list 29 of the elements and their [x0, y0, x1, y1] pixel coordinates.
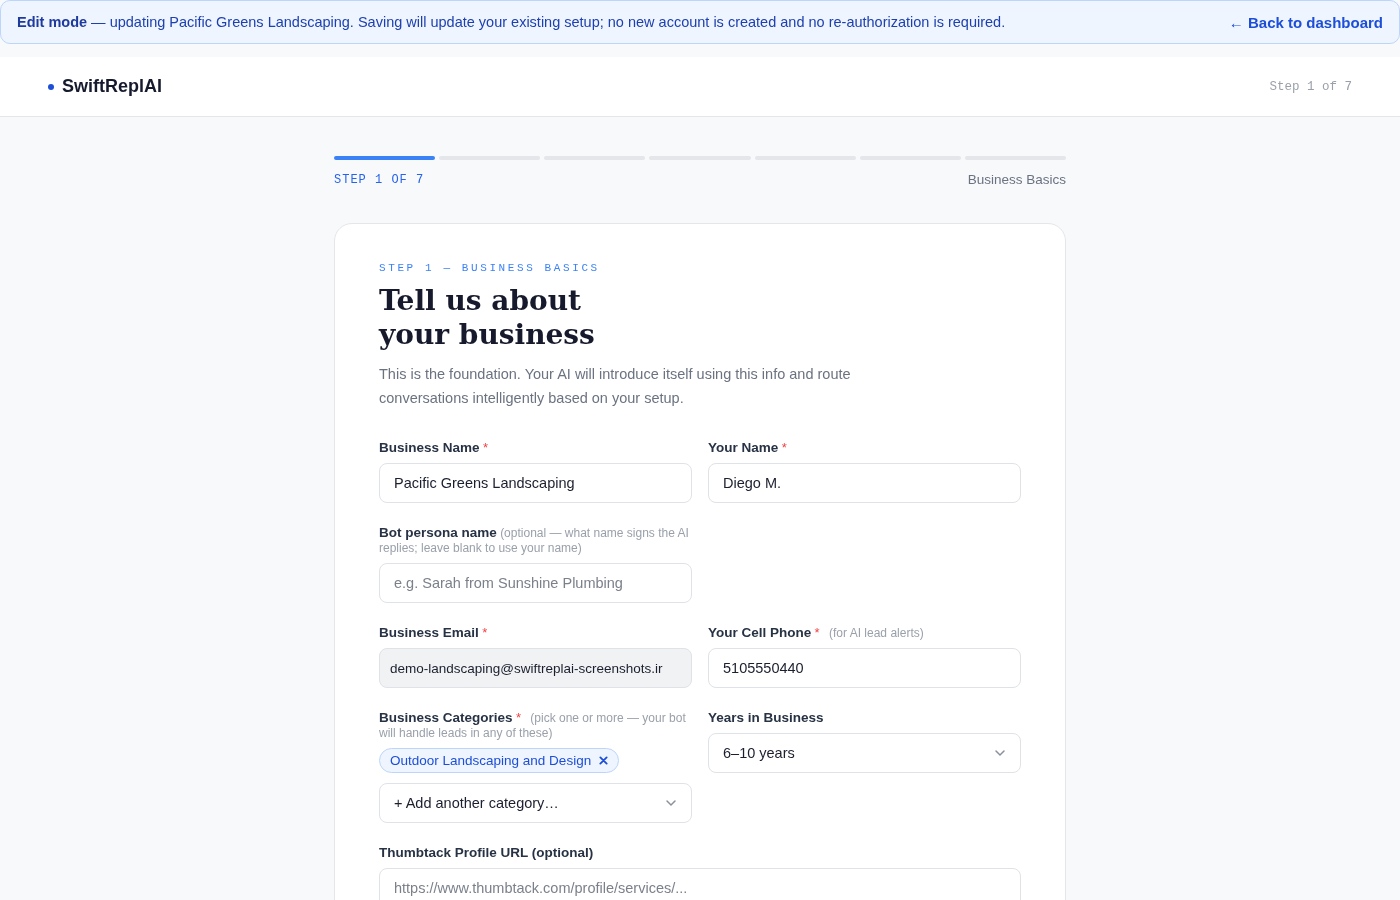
input-field[interactable]: e.g. Sarah from Sunshine Plumbing	[379, 563, 692, 603]
field-label: Business Categories * (pick one or more — your bot will handle leads in any of these)	[379, 710, 687, 741]
dot-icon	[48, 83, 54, 90]
step-counter: Step 1 of 7	[1269, 79, 1352, 94]
select-dropdown[interactable]: 6–10 years	[708, 733, 1021, 773]
field-label: Bot persona name (optional — what name signs the AI replies; leave blank to use your name)	[379, 525, 690, 556]
tag-label: Outdoor Landscaping and Design	[390, 753, 592, 768]
field-label: Your Cell Phone * (for AI lead alerts)	[708, 625, 925, 641]
remove-icon[interactable]	[599, 756, 609, 765]
field-label: Business Name *	[379, 440, 489, 456]
input-field[interactable]: 5105550440	[708, 648, 1021, 688]
field-label: Your Name *	[708, 440, 788, 456]
page-title: Tell us about your business	[379, 284, 596, 352]
banner-message: Edit mode — updating Pacific Greens Landscaping. Saving will update your existing setup; no new account is created and no re-authorization is required.	[17, 14, 1006, 30]
intro-text: This is the foundation. Your AI will introduce itself using this info and route conversations intelligently based on your setup.	[379, 365, 852, 408]
input-field[interactable]: https://www.thumbtack.com/profile/services/...	[379, 868, 1021, 900]
step-eyebrow: STEP 1 — BUSINESS BASICS	[379, 262, 601, 274]
chevron-down-icon	[994, 747, 1006, 759]
brand-name: SwiftReplAI	[62, 76, 162, 97]
back-to-dashboard-link[interactable]: ← Back to dashboard	[1228, 13, 1383, 31]
chevron-down-icon	[665, 797, 677, 809]
step-label: STEP 1 OF 7	[334, 172, 425, 187]
field-label: Thumbtack Profile URL (optional)	[379, 845, 595, 861]
field-label: Business Email *	[379, 625, 489, 641]
section-name: Business Basics	[967, 172, 1066, 187]
input-field[interactable]: Pacific Greens Landscaping	[379, 463, 692, 503]
field-label: Years in Business	[708, 710, 825, 726]
input-field[interactable]: Diego M.	[708, 463, 1021, 503]
select-dropdown[interactable]: + Add another category…	[379, 783, 692, 823]
